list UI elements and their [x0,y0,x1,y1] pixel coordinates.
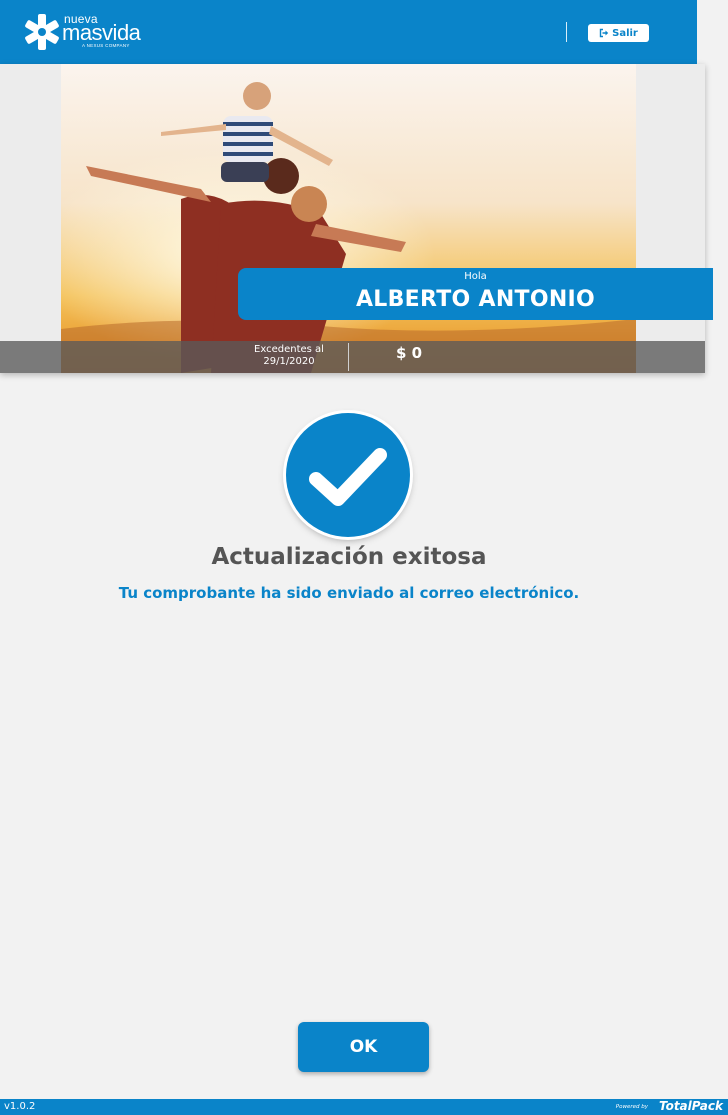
user-name: ALBERTO ANTONIO [355,287,596,312]
app-version: v1.0.2 [4,1101,36,1112]
success-message: Tu comprobante ha sido enviado al correo… [118,584,580,602]
ok-button[interactable]: OK [298,1022,429,1072]
logo-tagline: A NEXUS COMPANY [82,43,130,48]
surplus-value: $ 0 [396,344,423,362]
page: nueva masvida A NEXUS COMPANY Salir Hola… [0,0,728,1115]
surplus-label-line1: Excedentes al [254,344,324,355]
checkmark-icon [309,448,387,506]
sign-out-icon [599,28,609,38]
brand-logo: nueva masvida A NEXUS COMPANY [24,12,164,52]
header-divider [566,22,567,42]
hero-image [61,64,636,373]
powered-by-label: Powered by [615,1104,648,1110]
success-title: Actualización exitosa [211,544,487,570]
masvida-logo-icon [25,14,59,50]
logout-button[interactable]: Salir [588,24,649,42]
logout-label: Salir [612,27,638,39]
surplus-date: 29/1/2020 [263,356,315,367]
info-divider [348,343,349,371]
app-header: nueva masvida A NEXUS COMPANY Salir [0,0,697,64]
greeting-label: Hola [464,271,487,282]
app-footer: v1.0.2 Powered by TotalPack [0,1099,728,1115]
success-badge [286,413,410,537]
greeting-banner: Hola ALBERTO ANTONIO [238,268,713,320]
vendor-brand: TotalPack [658,1099,723,1113]
surplus-label: Excedentes al 29/1/2020 [240,344,338,368]
surplus-info-bar: Excedentes al 29/1/2020 $ 0 [0,341,705,373]
